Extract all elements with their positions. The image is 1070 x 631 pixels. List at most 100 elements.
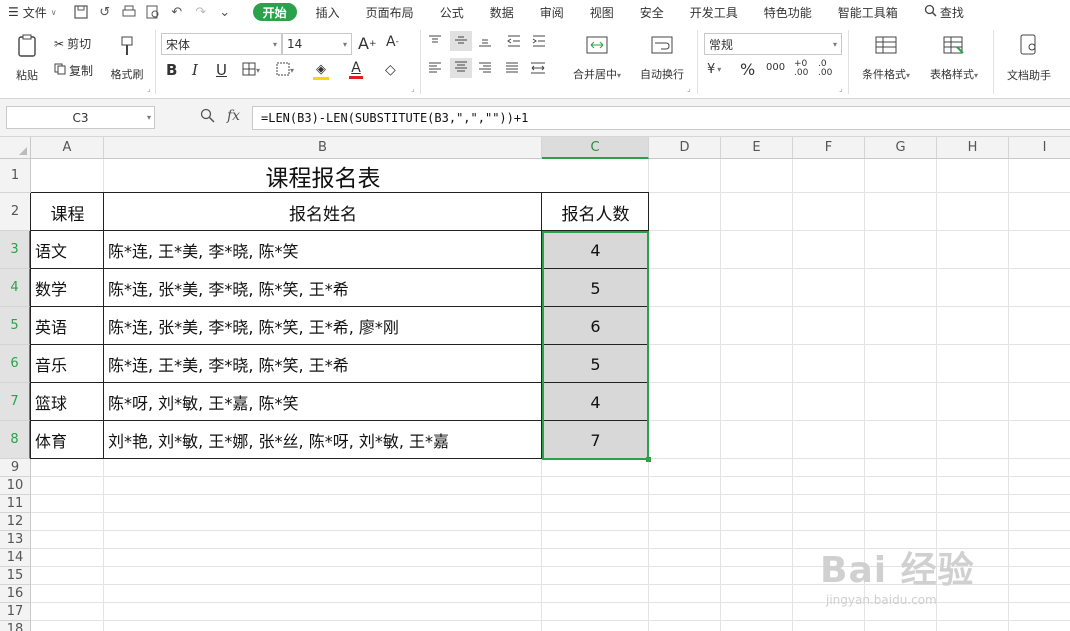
format-painter-button[interactable]: 格式刷	[106, 32, 148, 84]
number-format-select[interactable]: 常规 ▾	[704, 33, 842, 55]
tab-formulas[interactable]: 公式	[427, 0, 477, 24]
count-cell[interactable]: 7	[542, 421, 649, 459]
align-center-button[interactable]	[450, 58, 472, 78]
more-icon[interactable]: ⌄	[217, 4, 233, 20]
names-cell[interactable]: 陈*连, 王*美, 李*晓, 陈*笑	[104, 231, 542, 269]
thousands-button[interactable]: 000	[766, 62, 785, 73]
row-header-17[interactable]: 17	[0, 603, 31, 621]
underline-button[interactable]: U	[216, 61, 227, 79]
fx-icon[interactable]: fx	[227, 108, 240, 127]
course-cell[interactable]: 英语	[31, 307, 104, 345]
undo-history-icon[interactable]: ↺	[97, 4, 113, 20]
print-icon[interactable]	[121, 4, 137, 20]
fill-handle[interactable]	[646, 457, 651, 462]
names-cell[interactable]: 陈*连, 张*美, 李*晓, 陈*笑, 王*希	[104, 269, 542, 307]
currency-button[interactable]: ¥ ▾	[707, 62, 721, 77]
row-header-8[interactable]: 8	[0, 421, 31, 459]
print-preview-icon[interactable]	[145, 4, 161, 20]
align-right-button[interactable]	[478, 62, 492, 77]
column-header-h[interactable]: H	[937, 137, 1009, 159]
dialog-launcher-icon[interactable]: ⌟	[687, 84, 691, 93]
row-header-7[interactable]: 7	[0, 383, 31, 421]
cell-style-button[interactable]: ▾	[276, 62, 294, 79]
sheet-title[interactable]: 课程报名表	[104, 159, 542, 193]
redo-icon[interactable]: ↷	[193, 4, 209, 20]
increase-font-button[interactable]: A +	[358, 34, 377, 53]
column-header-e[interactable]: E	[721, 137, 793, 159]
row-header-12[interactable]: 12	[0, 513, 31, 531]
bold-button[interactable]: B	[166, 61, 177, 79]
names-cell[interactable]: 陈*连, 王*美, 李*晓, 陈*笑, 王*希	[104, 345, 542, 383]
clear-format-button[interactable]: ◇	[385, 62, 396, 78]
tab-security[interactable]: 安全	[627, 0, 677, 24]
row-header-2[interactable]: 2	[0, 193, 31, 231]
row-header-10[interactable]: 10	[0, 477, 31, 495]
formula-input[interactable]: =LEN(B3)-LEN(SUBSTITUTE(B3,",",""))+1	[252, 106, 1070, 130]
course-cell[interactable]: 体育	[31, 421, 104, 459]
tab-developer[interactable]: 开发工具	[677, 0, 751, 24]
tab-smart-toolbox[interactable]: 智能工具箱	[825, 0, 911, 24]
increase-decimal-button[interactable]: +0.00	[794, 60, 808, 78]
doc-assistant-button[interactable]: 文档助手	[1000, 32, 1058, 84]
search-button[interactable]: 查找	[911, 0, 977, 24]
row-header-13[interactable]: 13	[0, 531, 31, 549]
column-header-g[interactable]: G	[865, 137, 937, 159]
name-box[interactable]: C3 ▾	[6, 106, 155, 129]
justify-button[interactable]	[505, 62, 519, 77]
column-header-a[interactable]: A	[31, 137, 104, 159]
column-header-c[interactable]: C	[542, 137, 649, 159]
fill-color-button[interactable]: ◈	[313, 62, 329, 80]
tab-home[interactable]: 开始	[252, 3, 297, 21]
font-color-button[interactable]: A	[349, 60, 363, 79]
count-cell[interactable]: 5	[542, 345, 649, 383]
dialog-launcher-icon[interactable]: ⌟	[839, 84, 843, 93]
names-cell[interactable]: 陈*呀, 刘*敏, 王*嘉, 陈*笑	[104, 383, 542, 421]
tab-page-layout[interactable]: 页面布局	[353, 0, 427, 24]
tab-data[interactable]: 数据	[477, 0, 527, 24]
column-header-b[interactable]: B	[104, 137, 542, 159]
align-middle-button[interactable]	[450, 31, 472, 51]
conditional-format-button[interactable]: 条件格式▾	[856, 32, 916, 84]
tab-special[interactable]: 特色功能	[751, 0, 825, 24]
row-header-11[interactable]: 11	[0, 495, 31, 513]
italic-button[interactable]: I	[192, 61, 198, 79]
copy-button[interactable]: 复制	[54, 62, 93, 79]
zoom-search-icon[interactable]	[200, 108, 215, 127]
names-cell[interactable]: 刘*艳, 刘*敏, 王*娜, 张*丝, 陈*呀, 刘*敏, 王*嘉	[104, 421, 542, 459]
align-bottom-button[interactable]	[478, 35, 492, 50]
count-cell[interactable]: 6	[542, 307, 649, 345]
row-header-6[interactable]: 6	[0, 345, 31, 383]
column-header-i[interactable]: I	[1009, 137, 1070, 159]
save-icon[interactable]	[73, 4, 89, 20]
count-cell[interactable]: 4	[542, 383, 649, 421]
table-style-button[interactable]: 表格样式▾	[924, 32, 984, 84]
cut-button[interactable]: ✂ 剪切	[54, 35, 91, 52]
increase-indent-button[interactable]	[532, 35, 546, 50]
tab-review[interactable]: 审阅	[527, 0, 577, 24]
row-header-18[interactable]: 18	[0, 621, 31, 631]
row-header-16[interactable]: 16	[0, 585, 31, 603]
course-cell[interactable]: 音乐	[31, 345, 104, 383]
names-cell[interactable]: 陈*连, 张*美, 李*晓, 陈*笑, 王*希, 廖*刚	[104, 307, 542, 345]
merge-center-button[interactable]: 合并居中▾	[566, 32, 628, 84]
decrease-indent-button[interactable]	[507, 35, 521, 50]
row-header-9[interactable]: 9	[0, 459, 31, 477]
dialog-launcher-icon[interactable]: ⌟	[147, 84, 151, 93]
course-cell[interactable]: 篮球	[31, 383, 104, 421]
decrease-decimal-button[interactable]: .0.00	[818, 60, 832, 78]
tab-insert[interactable]: 插入	[303, 0, 353, 24]
undo-icon[interactable]: ↶	[169, 4, 185, 20]
decrease-font-button[interactable]: A-	[386, 34, 399, 50]
column-header-f[interactable]: F	[793, 137, 865, 159]
font-size-select[interactable]: 14 ▾	[282, 33, 352, 55]
distribute-button[interactable]	[530, 62, 546, 77]
file-menu[interactable]: ☰ 文件 ∨	[0, 0, 63, 24]
tab-view[interactable]: 视图	[577, 0, 627, 24]
dialog-launcher-icon[interactable]: ⌟	[411, 84, 415, 93]
wrap-text-button[interactable]: 自动换行	[636, 32, 688, 84]
select-all-corner[interactable]	[0, 137, 31, 159]
course-cell[interactable]: 数学	[31, 269, 104, 307]
row-header-15[interactable]: 15	[0, 567, 31, 585]
header-cell[interactable]: 报名姓名	[104, 193, 542, 231]
count-cell[interactable]: 4	[542, 231, 649, 269]
